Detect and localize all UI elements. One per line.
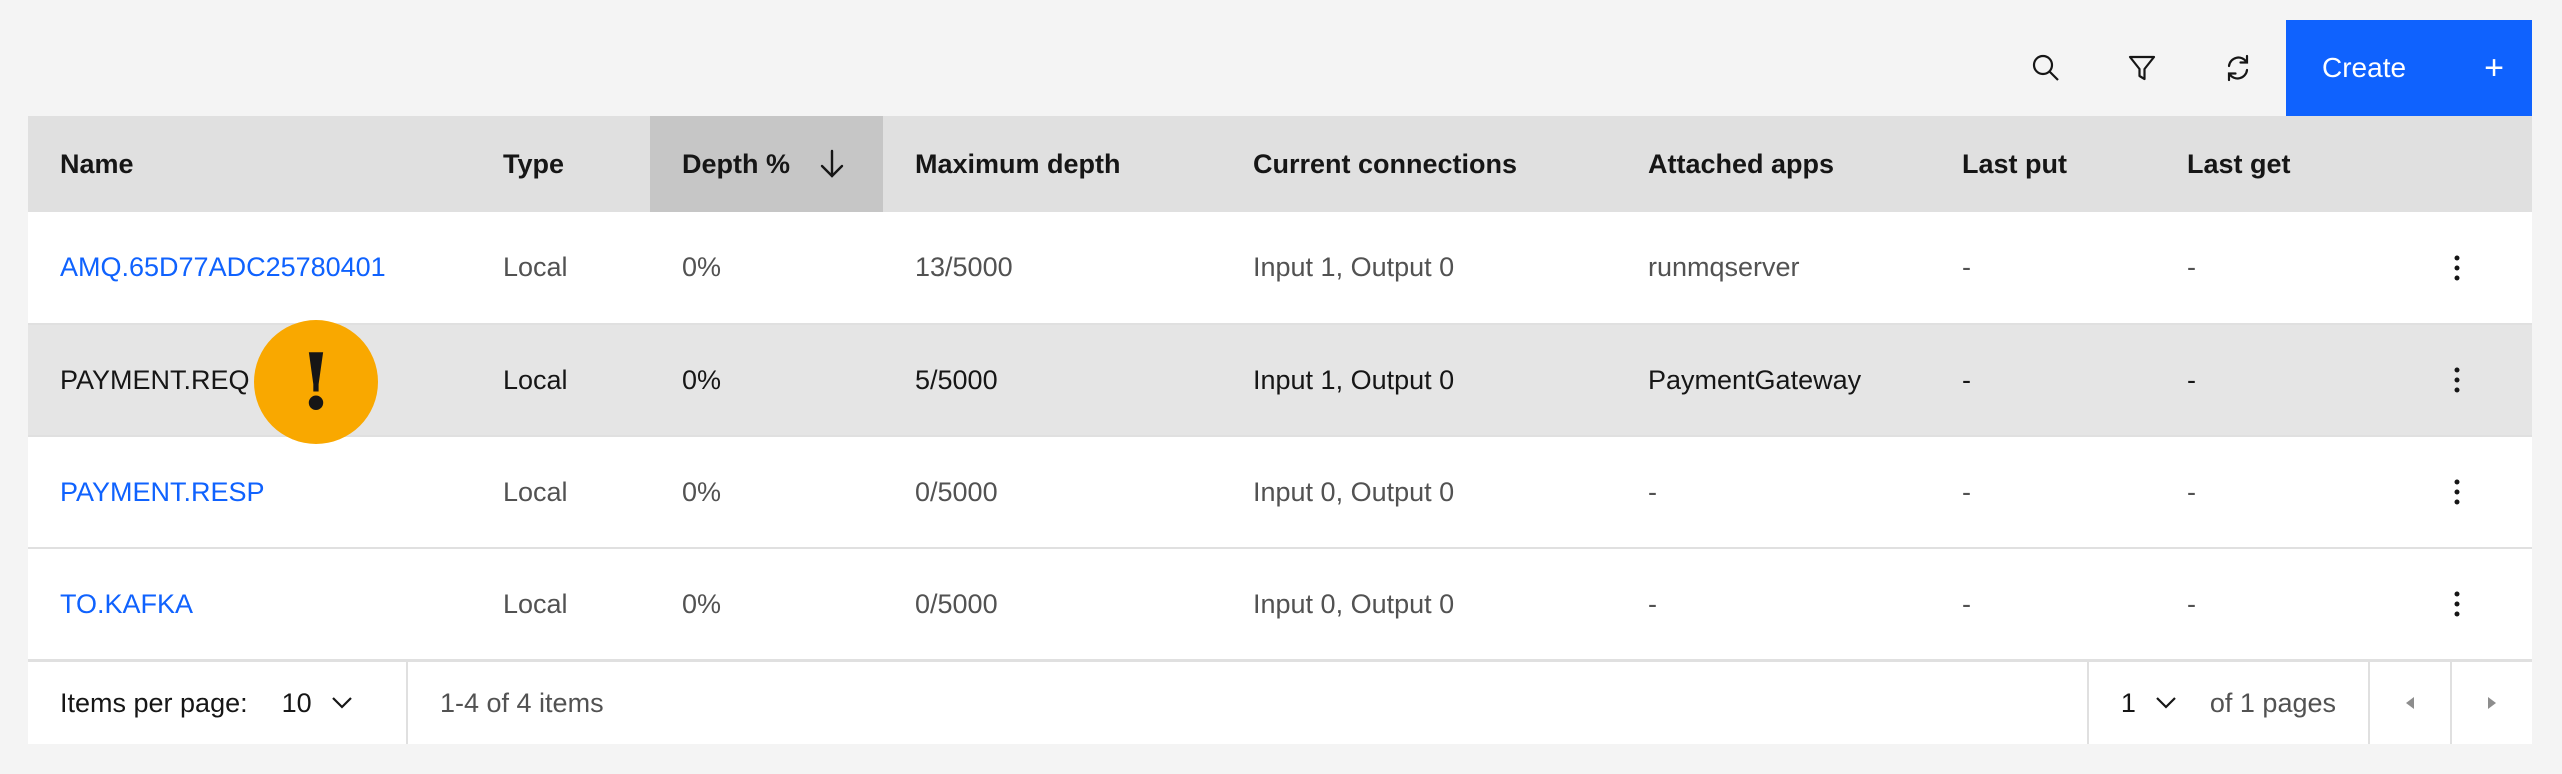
cell-last-get: -	[2155, 212, 2382, 325]
queue-link[interactable]: PAYMENT.REQ	[60, 365, 250, 395]
create-button-label: Create	[2322, 52, 2407, 83]
column-header-depth[interactable]: Depth %	[650, 116, 883, 212]
cell-actions	[2382, 436, 2532, 549]
cell-type: Local	[471, 212, 650, 325]
column-header-last-put[interactable]: Last put	[1930, 116, 2155, 212]
column-header-attached-apps[interactable]: Attached apps	[1616, 116, 1930, 212]
cell-type: Local	[471, 324, 650, 437]
column-header-max-depth[interactable]: Maximum depth	[883, 116, 1221, 212]
cell-connections: Input 1, Output 0	[1221, 212, 1616, 325]
overflow-menu-icon[interactable]	[2433, 356, 2481, 404]
table-toolbar: Create +	[28, 20, 2532, 116]
cell-last-put: -	[1930, 436, 2155, 549]
cell-type: Local	[471, 548, 650, 661]
overflow-menu-icon[interactable]	[2433, 244, 2481, 292]
cell-type: Local	[471, 436, 650, 549]
cell-name: PAYMENT.REQ	[28, 324, 471, 437]
total-pages-text: of 1 pages	[2209, 687, 2336, 718]
cell-depth: 0%	[650, 436, 883, 549]
caret-right-icon	[2488, 697, 2496, 709]
items-per-page: Items per page: 10	[28, 662, 408, 744]
cell-attached-apps: -	[1616, 548, 1930, 661]
cell-last-get: -	[2155, 436, 2382, 549]
table-row: PAYMENT.REQ Local 0% 5/5000 Input 1, Out…	[28, 324, 2532, 437]
cell-name: PAYMENT.RESP	[28, 436, 471, 549]
create-button[interactable]: Create +	[2286, 20, 2532, 116]
column-header-name[interactable]: Name	[28, 116, 471, 212]
cell-max-depth: 5/5000	[883, 324, 1221, 437]
cell-max-depth: 0/5000	[883, 436, 1221, 549]
cell-actions	[2382, 548, 2532, 661]
cell-name: AMQ.65D77ADC25780401	[28, 212, 471, 325]
item-range-text: 1-4 of 4 items	[440, 687, 604, 718]
chevron-down-icon	[331, 697, 352, 709]
cell-max-depth: 0/5000	[883, 548, 1221, 661]
table-row: AMQ.65D77ADC25780401 Local 0% 13/5000 In…	[28, 212, 2532, 325]
arrow-down-icon	[820, 149, 844, 178]
cell-depth: 0%	[650, 548, 883, 661]
filter-icon[interactable]	[2094, 20, 2190, 116]
cell-connections: Input 1, Output 0	[1221, 324, 1616, 437]
cell-max-depth: 13/5000	[883, 212, 1221, 325]
column-header-actions	[2382, 116, 2532, 212]
refresh-icon[interactable]	[2190, 20, 2286, 116]
search-icon[interactable]	[1998, 20, 2094, 116]
column-header-connections[interactable]: Current connections	[1221, 116, 1616, 212]
cell-attached-apps: runmqserver	[1616, 212, 1930, 325]
chevron-down-icon	[2156, 697, 2176, 709]
pagination-bar: Items per page: 10 1-4 of 4 items 1 of 1…	[28, 660, 2532, 744]
page-select[interactable]: 1	[2086, 662, 2210, 744]
cell-connections: Input 0, Output 0	[1221, 436, 1616, 549]
page-navigation: 1 of 1 pages	[2086, 662, 2532, 744]
cell-last-put: -	[1930, 548, 2155, 661]
queue-link[interactable]: PAYMENT.RESP	[60, 477, 265, 507]
column-header-depth-label: Depth %	[682, 148, 790, 179]
queue-link[interactable]: AMQ.65D77ADC25780401	[60, 252, 386, 282]
cell-depth: 0%	[650, 324, 883, 437]
cell-depth: 0%	[650, 212, 883, 325]
items-per-page-label: Items per page:	[60, 687, 248, 718]
previous-page-button[interactable]	[2368, 662, 2450, 744]
overflow-menu-icon[interactable]	[2433, 580, 2481, 628]
warning-badge: !	[254, 320, 378, 444]
column-header-type[interactable]: Type	[471, 116, 650, 212]
queue-link[interactable]: TO.KAFKA	[60, 589, 193, 619]
cell-actions	[2382, 212, 2532, 325]
items-per-page-value: 10	[281, 687, 312, 718]
plus-icon: +	[2484, 49, 2504, 87]
page-select-value: 1	[2120, 687, 2136, 718]
next-page-button[interactable]	[2450, 662, 2532, 744]
cell-last-put: -	[1930, 324, 2155, 437]
overflow-menu-icon[interactable]	[2433, 468, 2481, 516]
table-header-row: Name Type Depth % Maximum depth Current …	[28, 116, 2532, 212]
table-row: TO.KAFKA Local 0% 0/5000 Input 0, Output…	[28, 548, 2532, 661]
cell-attached-apps: PaymentGateway	[1616, 324, 1930, 437]
cell-last-get: -	[2155, 548, 2382, 661]
cell-attached-apps: -	[1616, 436, 1930, 549]
caret-left-icon	[2406, 697, 2414, 709]
queues-table: Name Type Depth % Maximum depth Current …	[28, 116, 2532, 661]
cell-last-put: -	[1930, 212, 2155, 325]
column-header-last-get[interactable]: Last get	[2155, 116, 2382, 212]
cell-last-get: -	[2155, 324, 2382, 437]
table-row: PAYMENT.RESP Local 0% 0/5000 Input 0, Ou…	[28, 436, 2532, 549]
cell-connections: Input 0, Output 0	[1221, 548, 1616, 661]
cell-name: TO.KAFKA	[28, 548, 471, 661]
items-per-page-select[interactable]: 10	[282, 688, 354, 719]
cell-actions	[2382, 324, 2532, 437]
